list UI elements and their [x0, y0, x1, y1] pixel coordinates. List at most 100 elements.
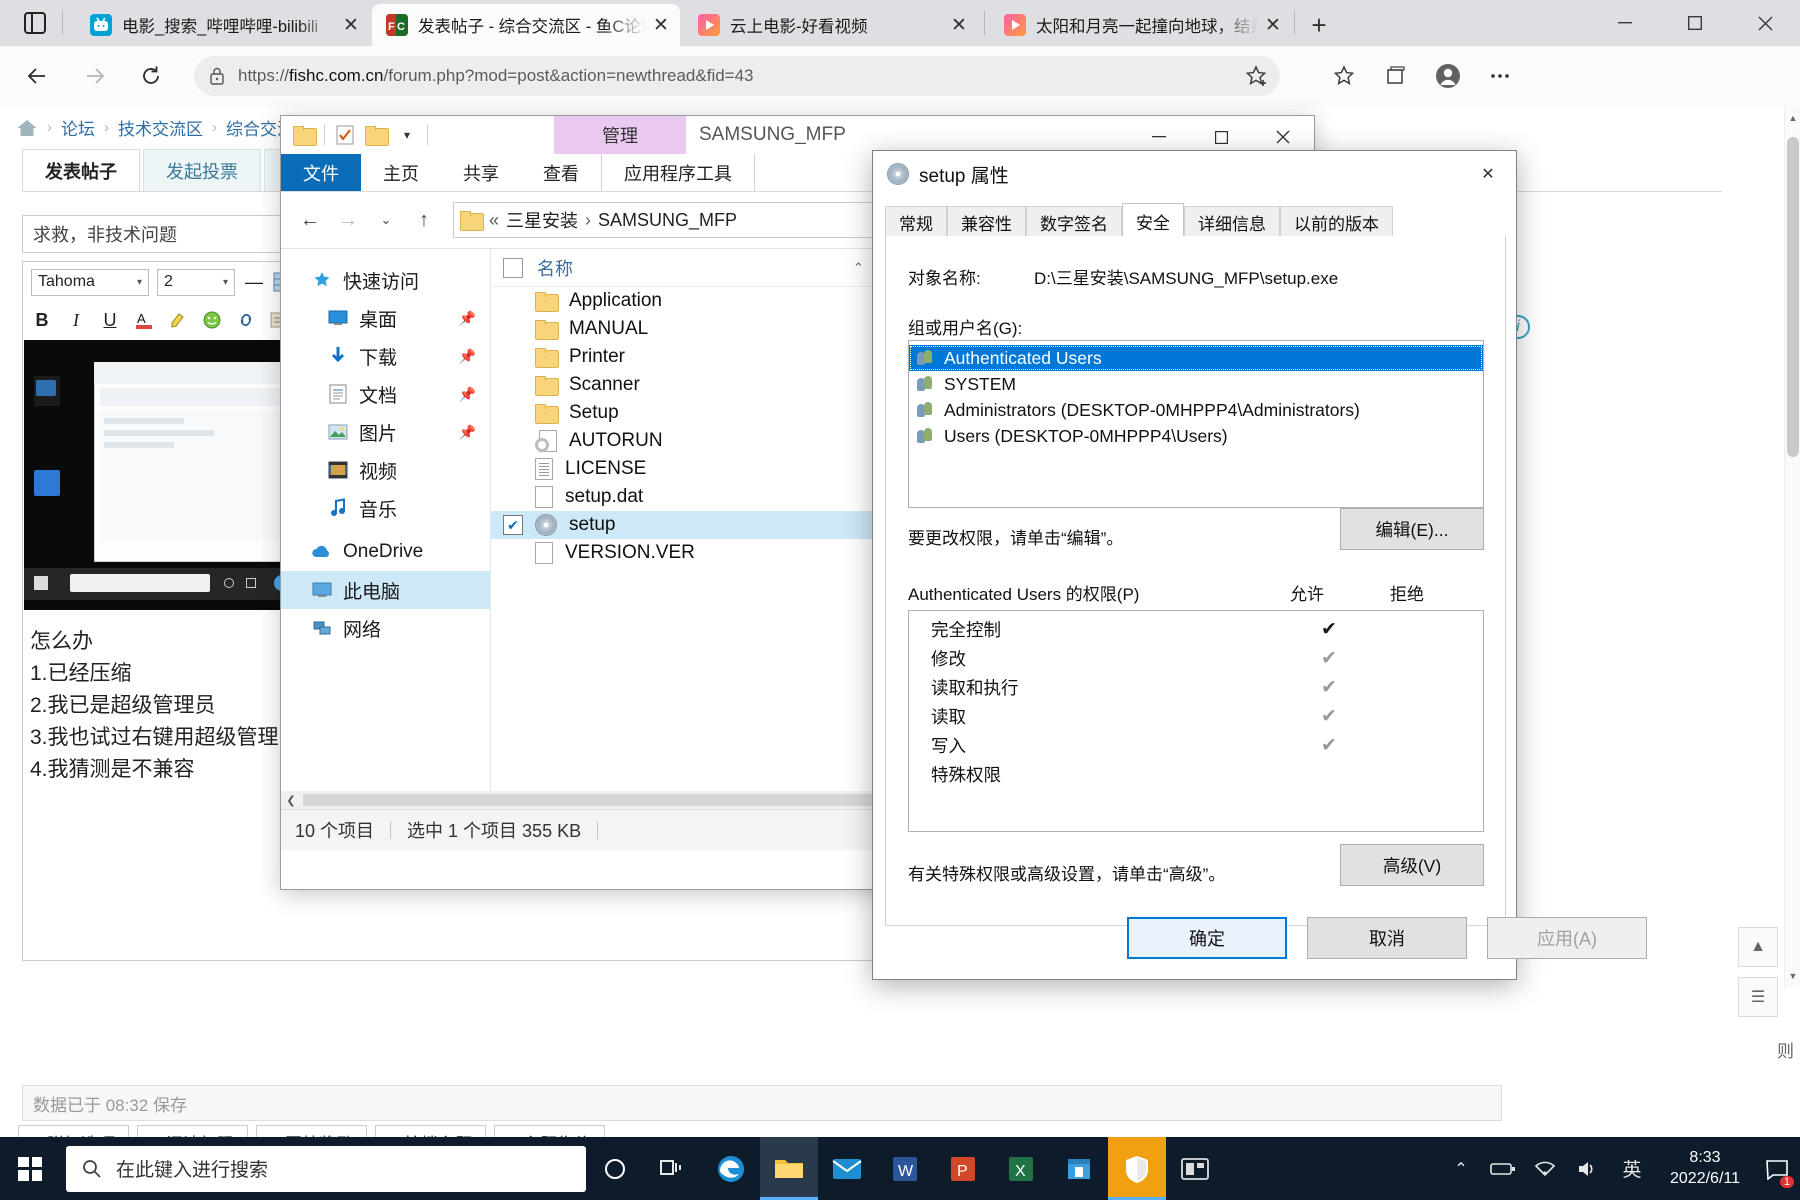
address-crumb-1[interactable]: SAMSUNG_MFP	[598, 210, 737, 231]
ribbon-tab-home[interactable]: 主页	[361, 154, 441, 191]
nav-item-onedrive[interactable]: OneDrive	[281, 533, 490, 571]
pin-icon[interactable]: 📌	[459, 424, 476, 441]
allow-checkmark-icon[interactable]: ✔	[1299, 734, 1359, 757]
browser-tab-0[interactable]: 电影_搜索_哔哩哔哩-bilibili ✕	[76, 4, 370, 46]
table-row[interactable]: 写入 ✔	[909, 731, 1483, 760]
row-checkbox[interactable]	[503, 291, 523, 311]
allow-checkmark-icon[interactable]: ✔	[1299, 676, 1359, 699]
settings-more-icon[interactable]	[1478, 56, 1522, 96]
close-icon[interactable]: ✕	[336, 10, 366, 40]
battery-icon[interactable]	[1482, 1137, 1524, 1200]
row-checkbox[interactable]	[503, 403, 523, 423]
underline-icon[interactable]: U	[99, 308, 121, 332]
show-hidden-icons-icon[interactable]: ⌃	[1440, 1137, 1482, 1200]
nav-item-desktop[interactable]: 桌面 📌	[281, 299, 490, 337]
add-favorite-icon[interactable]	[1244, 64, 1268, 88]
allow-checkmark-icon[interactable]: ✔	[1299, 618, 1359, 641]
notification-icon[interactable]: 1	[1754, 1137, 1800, 1200]
list-item[interactable]: Authenticated Users	[909, 345, 1483, 371]
scrollbar-thumb[interactable]	[1787, 137, 1799, 457]
list-item[interactable]: SYSTEM	[909, 371, 1483, 397]
nav-item-documents[interactable]: 文档 📌	[281, 375, 490, 413]
breadcrumb-item-1[interactable]: 技术交流区	[118, 115, 203, 140]
tab-sidebar-icon[interactable]	[18, 6, 52, 40]
taskbar-clock[interactable]: 8:33 2022/6/11	[1656, 1148, 1754, 1189]
pin-icon[interactable]: 📌	[459, 386, 476, 403]
cortana-icon[interactable]	[586, 1137, 644, 1200]
network-icon[interactable]	[1524, 1137, 1566, 1200]
breadcrumb-item-0[interactable]: 论坛	[61, 115, 95, 140]
tab-details[interactable]: 详细信息	[1184, 206, 1280, 238]
file-explorer-icon[interactable]	[760, 1137, 818, 1200]
principals-listbox[interactable]: Authenticated Users SYSTEM Administrator…	[908, 340, 1484, 508]
cancel-button[interactable]: 取消	[1307, 917, 1467, 959]
font-family-select[interactable]: Tahoma ▾	[31, 268, 149, 296]
allow-checkmark-icon[interactable]: ✔	[1299, 705, 1359, 728]
ribbon-tab-application-tools[interactable]: 应用程序工具	[601, 154, 755, 191]
edge-icon[interactable]	[702, 1137, 760, 1200]
scroll-up-icon[interactable]: ▲	[1785, 109, 1800, 127]
volume-icon[interactable]	[1566, 1137, 1608, 1200]
browser-tab-2[interactable]: 云上电影-好看视频 ✕	[684, 4, 978, 46]
page-scrollbar[interactable]: ▲ ▼	[1784, 107, 1800, 987]
font-size-select[interactable]: 2 ▾	[157, 268, 235, 296]
list-item[interactable]: Administrators (DESKTOP-0MHPPP4\Administ…	[909, 397, 1483, 423]
close-icon[interactable]: ✕	[1460, 151, 1516, 197]
store-icon[interactable]	[1050, 1137, 1108, 1200]
smiley-icon[interactable]	[201, 308, 223, 332]
new-tab-button[interactable]: +	[1302, 9, 1336, 41]
forward-button[interactable]: →	[331, 203, 365, 237]
table-row[interactable]: 修改 ✔	[909, 644, 1483, 673]
ribbon-tab-file[interactable]: 文件	[281, 154, 361, 191]
nav-item-videos[interactable]: 视频	[281, 451, 490, 489]
tab-general[interactable]: 常规	[885, 206, 947, 238]
row-checkbox[interactable]: ✔	[503, 515, 523, 535]
link-icon[interactable]	[235, 308, 257, 332]
excel-icon[interactable]: X	[992, 1137, 1050, 1200]
maximize-icon[interactable]	[1660, 0, 1730, 46]
ribbon-tab-share[interactable]: 共享	[441, 154, 521, 191]
dialog-titlebar[interactable]: setup 属性 ✕	[873, 151, 1516, 197]
ribbon-tab-view[interactable]: 查看	[521, 154, 601, 191]
nav-item-downloads[interactable]: 下载 📌	[281, 337, 490, 375]
app-icon[interactable]	[1166, 1137, 1224, 1200]
row-checkbox[interactable]	[503, 543, 523, 563]
word-icon[interactable]: W	[876, 1137, 934, 1200]
minimize-icon[interactable]	[1590, 0, 1660, 46]
task-view-icon[interactable]	[644, 1137, 702, 1200]
menu-icon[interactable]: ☰	[1738, 977, 1778, 1017]
table-row[interactable]: 完全控制 ✔	[909, 615, 1483, 644]
windows-start-icon[interactable]	[0, 1137, 60, 1200]
new-folder-icon[interactable]	[365, 124, 389, 146]
browser-tab-1[interactable]: FC 发表帖子 - 综合交流区 - 鱼C论坛 ✕	[372, 4, 680, 46]
taskbar-search-input[interactable]: 在此键入进行搜索	[66, 1145, 586, 1192]
tab-security[interactable]: 安全	[1122, 203, 1184, 238]
scroll-left-icon[interactable]: ❮	[281, 791, 301, 809]
address-bar[interactable]: https://fishc.com.cn/forum.php?mod=post&…	[194, 56, 1280, 96]
row-checkbox[interactable]	[503, 459, 523, 479]
up-button[interactable]: ↑	[407, 203, 441, 237]
row-checkbox[interactable]	[503, 375, 523, 395]
close-icon[interactable]	[1730, 0, 1800, 46]
powerpoint-icon[interactable]: P	[934, 1137, 992, 1200]
allow-checkmark-icon[interactable]: ✔	[1299, 647, 1359, 670]
tab-new-poll[interactable]: 发起投票	[143, 149, 261, 191]
folder-icon[interactable]	[293, 124, 317, 146]
table-row[interactable]: 读取和执行 ✔	[909, 673, 1483, 702]
close-icon[interactable]: ✕	[1258, 10, 1288, 40]
row-checkbox[interactable]	[503, 319, 523, 339]
ok-button[interactable]: 确定	[1127, 917, 1287, 959]
permissions-listbox[interactable]: 完全控制 ✔ 修改 ✔ 读取和执行 ✔ 读取 ✔ 写入 ✔ 特殊权限	[908, 610, 1484, 832]
reload-button[interactable]	[128, 53, 174, 99]
security-icon[interactable]	[1108, 1137, 1166, 1200]
advanced-button[interactable]: 高级(V)	[1340, 844, 1484, 886]
option-grab-floor[interactable]: 抢楼主题	[375, 1125, 486, 1137]
tab-compatibility[interactable]: 兼容性	[947, 206, 1026, 238]
text-color-icon[interactable]: A	[133, 308, 155, 332]
properties-icon[interactable]	[334, 124, 356, 146]
pin-icon[interactable]: 📌	[459, 310, 476, 327]
nav-item-pictures[interactable]: 图片 📌	[281, 413, 490, 451]
highlight-icon[interactable]	[167, 308, 189, 332]
list-item[interactable]: Users (DESKTOP-0MHPPP4\Users)	[909, 423, 1483, 449]
column-header-name[interactable]: 名称	[537, 255, 573, 281]
